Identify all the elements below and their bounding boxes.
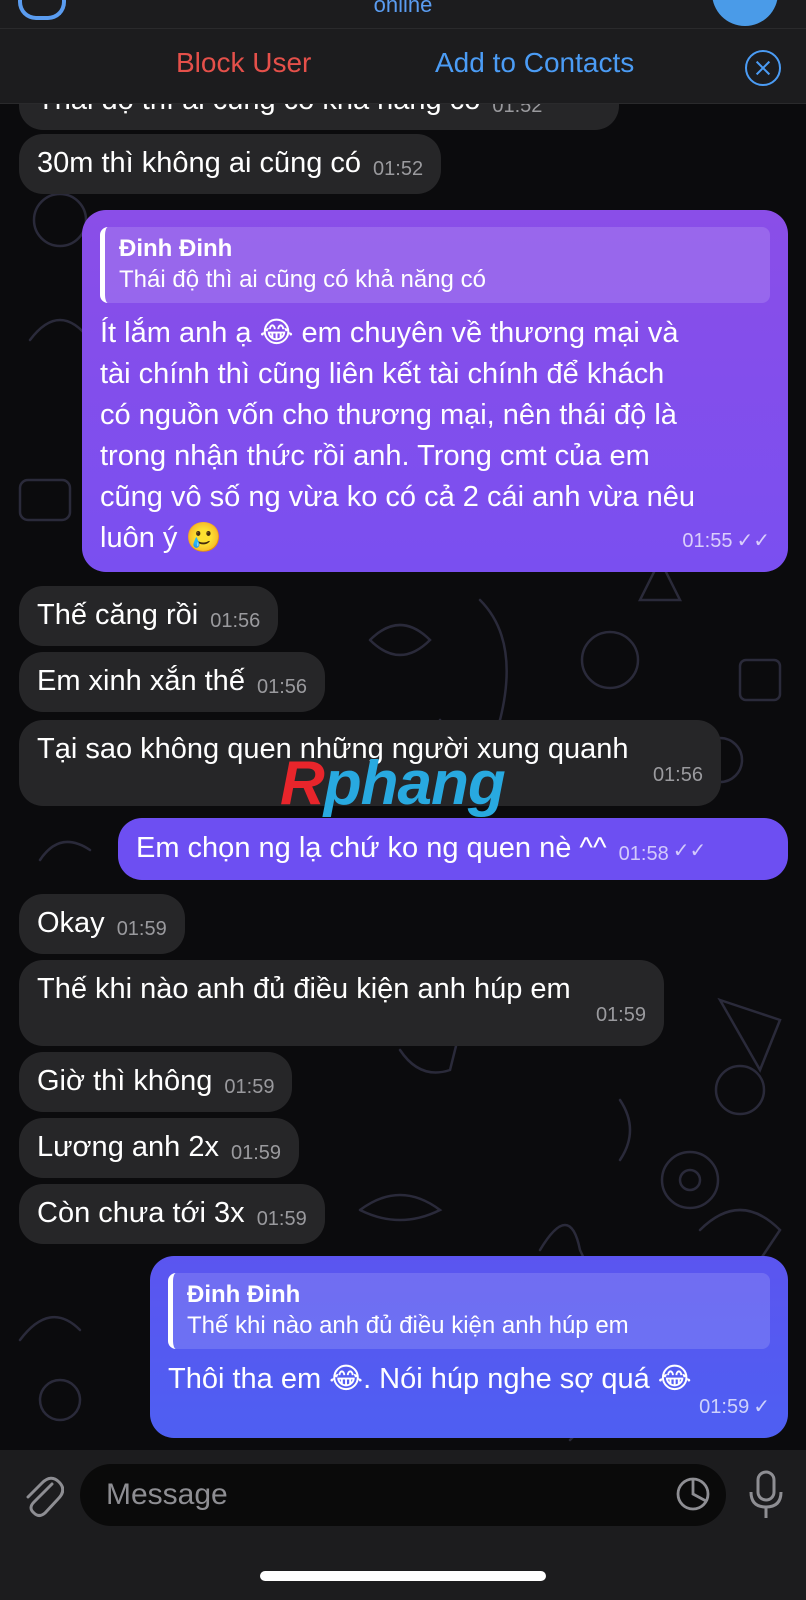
message-incoming[interactable]: 30m thì không ai cũng có 01:52 (19, 134, 442, 194)
message-text: Okay (37, 907, 105, 939)
reply-author: Đinh Đinh (187, 1281, 301, 1308)
contact-avatar[interactable] (712, 0, 778, 26)
reply-author: Đinh Đinh (119, 235, 233, 262)
message-incoming[interactable]: Em xinh xắn thế 01:56 (19, 652, 326, 712)
message-outgoing[interactable]: Em chọn ng lạ chứ ko ng quen nè ^^ 01:58 ✓… (118, 818, 788, 880)
message-outgoing-reply[interactable]: Đinh Đinh Thế khi nào anh đủ điều kiện a… (150, 1256, 788, 1438)
message-meta: 01:55 ✓✓ (682, 521, 770, 562)
watermark-logo: Rphang (280, 749, 506, 818)
message-text: Lương anh 2x (37, 1131, 219, 1163)
message-time: 01:59 (699, 1396, 750, 1418)
message-incoming[interactable]: Thế khi nào anh đủ điều kiện anh húp em … (19, 960, 664, 1046)
home-indicator (260, 1571, 546, 1581)
message-time: 01:59 (116, 918, 167, 940)
message-text: Thôi tha em 😂. Nói húp nghe sợ quá 😂 (168, 1363, 692, 1395)
close-circle-icon[interactable] (745, 50, 781, 86)
message-input[interactable] (104, 1474, 628, 1516)
message-time: 01:59 (595, 1004, 646, 1026)
message-line: có nguồn vốn cho thương mại, nên thái độ… (100, 399, 677, 431)
message-time: 01:55 (682, 530, 733, 552)
reply-quote[interactable]: Đinh Đinh Thế khi nào anh đủ điều kiện a… (168, 1273, 770, 1349)
message-time: 01:59 (230, 1142, 282, 1164)
new-contact-action-bar: Block User Add to Contacts (0, 28, 806, 104)
reply-quote[interactable]: Đinh Đinh Thái độ thì ai cũng có khả năn… (100, 227, 770, 303)
message-incoming[interactable]: Okay 01:59 (19, 894, 185, 954)
single-check-icon: ✓ (753, 1396, 770, 1418)
message-time: 01:52 (373, 158, 424, 180)
message-text: 30m thì không ai cũng có (37, 147, 362, 179)
message-meta: 01:59 ✓ (699, 1387, 770, 1428)
microphone-icon[interactable] (746, 1470, 786, 1522)
add-to-contacts-button[interactable]: Add to Contacts (435, 47, 634, 79)
message-line: Ít lắm anh ạ 😂 em chuyên về thương mại v… (100, 317, 679, 349)
message-text: Em chọn ng lạ chứ ko ng quen nè ^^ (136, 832, 607, 864)
chat-header: online (0, 0, 806, 28)
paperclip-icon[interactable] (20, 1472, 64, 1520)
message-text: Em xinh xắn thế (37, 665, 245, 697)
message-time: 01:59 (256, 1208, 307, 1230)
double-check-icon: ✓✓ (672, 840, 707, 862)
block-user-button[interactable]: Block User (176, 47, 311, 79)
message-input-field[interactable] (80, 1464, 726, 1526)
message-line: cũng vô số ng vừa ko có cả 2 cái anh vừa… (100, 481, 696, 513)
message-time: 01:56 (210, 610, 261, 632)
message-incoming[interactable]: Giờ thì không 01:59 (19, 1052, 293, 1112)
message-line: trong nhận thức rồi anh. Trong cmt của e… (100, 440, 650, 472)
message-incoming[interactable]: Còn chưa tới 3x 01:59 (19, 1184, 325, 1244)
message-time: 01:56 (256, 676, 308, 698)
message-incoming[interactable]: Lương anh 2x 01:59 (19, 1118, 300, 1178)
message-text: Còn chưa tới 3x (37, 1197, 245, 1229)
message-outgoing-reply[interactable]: Đinh Đinh Thái độ thì ai cũng có khả năn… (82, 210, 788, 572)
contact-status: online (373, 0, 433, 17)
message-text: Thế khi nào anh đủ điều kiện anh húp em (37, 973, 571, 1005)
reply-text: Thế khi nào anh đủ điều kiện anh húp em (187, 1312, 629, 1339)
message-time: 01:58 (618, 843, 669, 865)
message-text: Thế căng rồi (37, 599, 199, 631)
message-line: tài chính thì cũng liên kết tài chính để… (100, 358, 665, 390)
message-line: luôn ý 🥲 (100, 522, 222, 554)
sticker-icon[interactable] (676, 1477, 710, 1511)
message-composer (0, 1450, 806, 1600)
double-check-icon: ✓✓ (736, 530, 770, 552)
message-text: Giờ thì không (37, 1065, 213, 1097)
reply-text: Thái độ thì ai cũng có khả năng có (119, 266, 486, 293)
message-incoming[interactable]: Thế căng rồi 01:56 (19, 586, 279, 646)
message-time: 01:56 (652, 764, 703, 786)
message-time: 01:59 (224, 1076, 275, 1098)
